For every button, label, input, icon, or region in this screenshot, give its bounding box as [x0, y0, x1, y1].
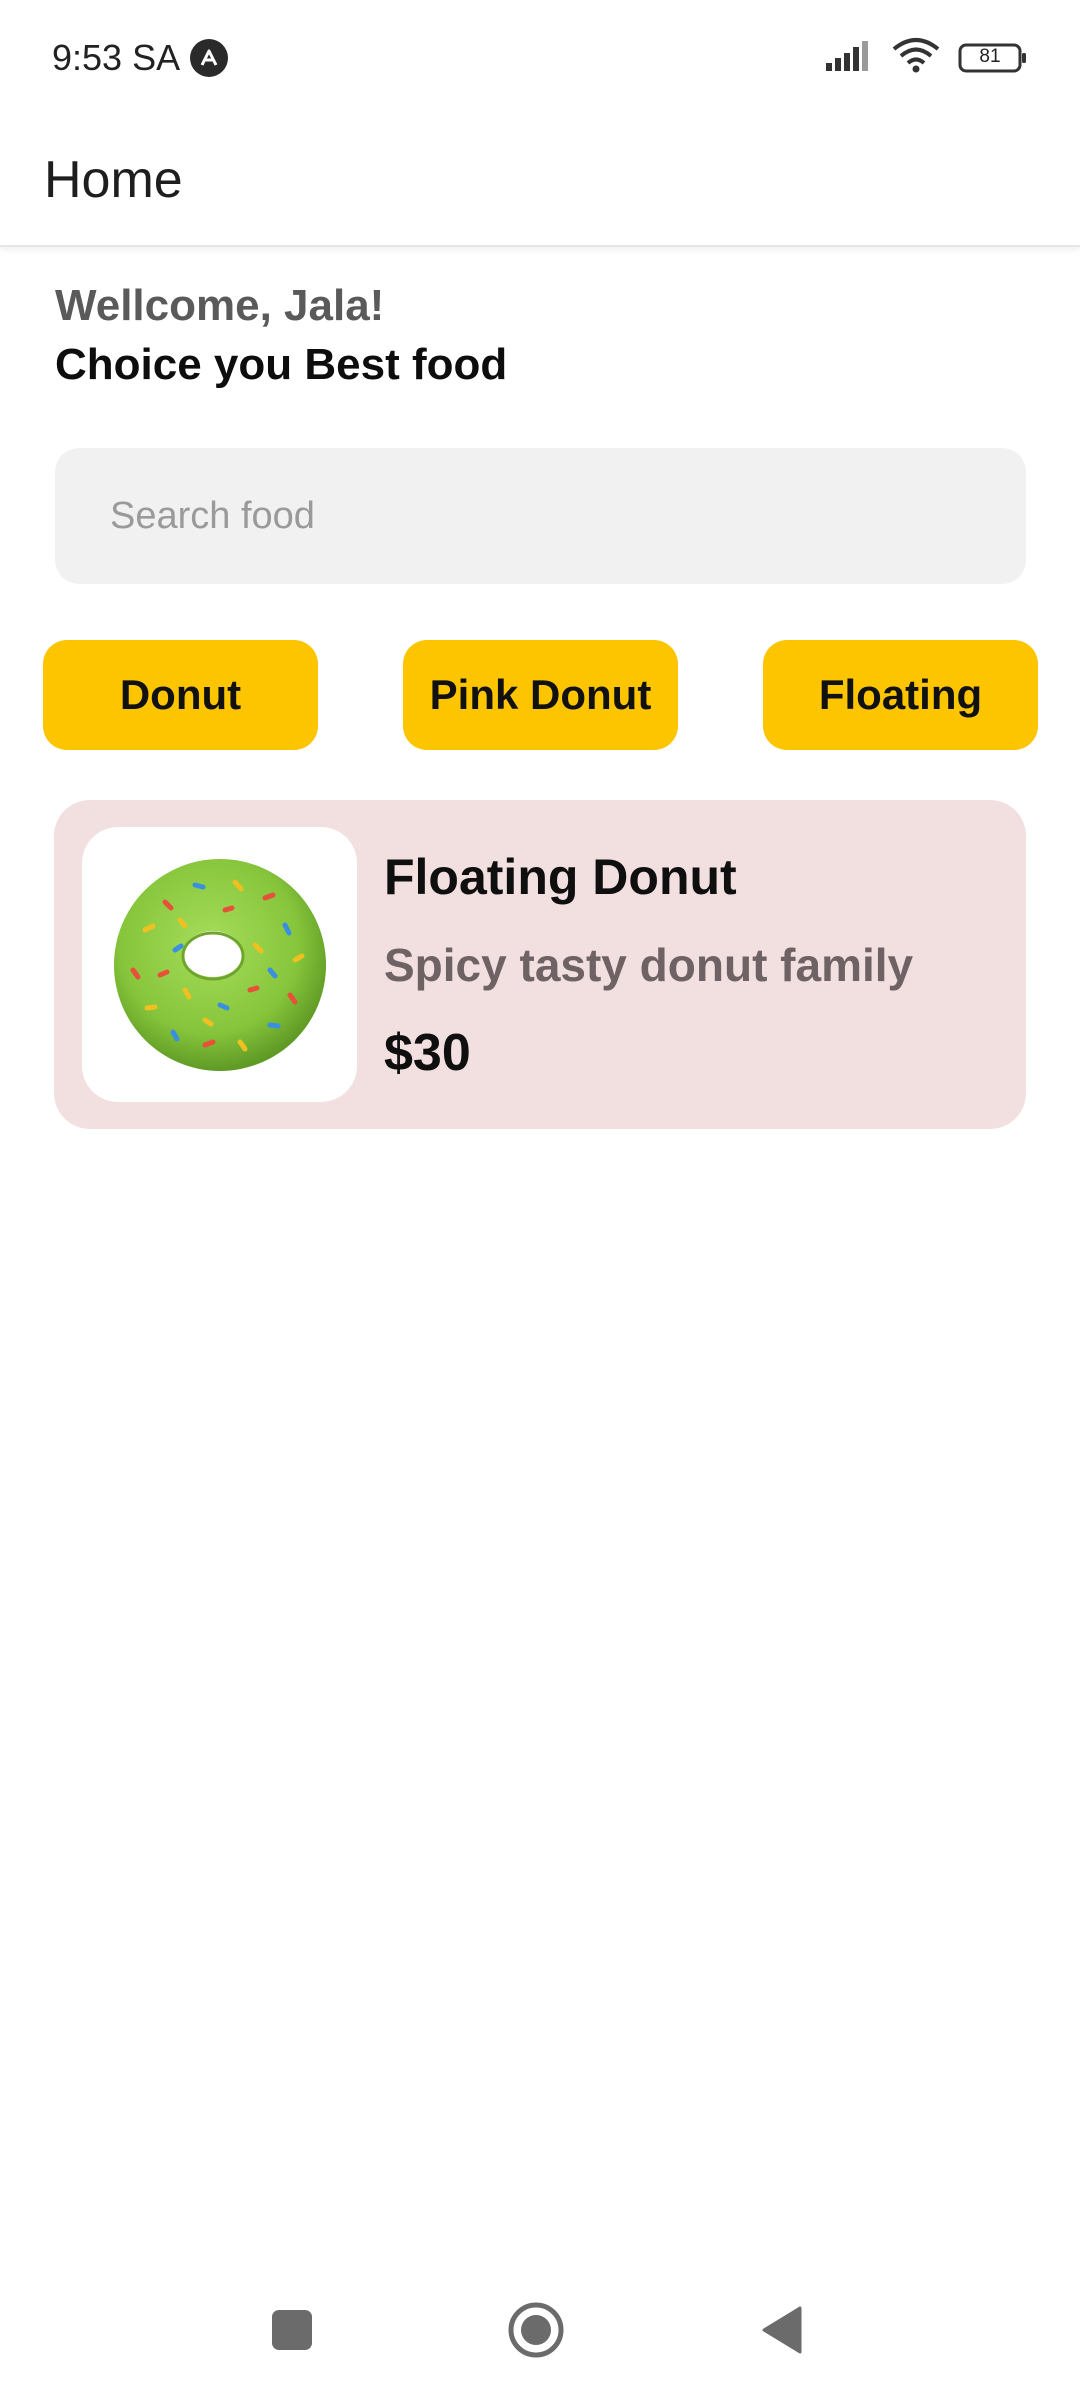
- category-chip-pink-donut[interactable]: Pink Donut: [403, 640, 678, 750]
- food-name: Floating Donut: [384, 848, 737, 905]
- app-indicator-icon: [190, 38, 229, 77]
- search-input[interactable]: [110, 494, 1026, 538]
- status-time: 9:53 SA: [52, 36, 181, 78]
- recent-apps-icon[interactable]: [262, 2300, 322, 2360]
- status-bar: 9:53 SA 81: [0, 0, 1080, 115]
- greeting: Wellcome, Jala! Choice you Best food: [55, 276, 507, 394]
- search-box[interactable]: [55, 448, 1026, 584]
- green-donut-icon: [113, 858, 326, 1071]
- screen: 9:53 SA 81 Home Wellcome, Jala! Choice y…: [0, 0, 1080, 2400]
- food-image: [82, 827, 357, 1102]
- food-card[interactable]: Floating Donut Spicy tasty donut family …: [54, 800, 1026, 1129]
- category-chip-donut[interactable]: Donut: [43, 640, 318, 750]
- back-icon[interactable]: [752, 2300, 812, 2360]
- food-price: $30: [384, 1023, 471, 1082]
- welcome-text: Wellcome, Jala!: [55, 281, 385, 330]
- wifi-icon: [892, 37, 940, 78]
- page-title: Home: [44, 151, 183, 209]
- app-bar: Home: [0, 115, 1080, 247]
- food-info: Floating Donut Spicy tasty donut family …: [384, 847, 913, 1083]
- system-nav-bar: [0, 2280, 1080, 2380]
- subtitle-text: Choice you Best food: [55, 340, 508, 389]
- home-icon[interactable]: [506, 2300, 566, 2360]
- battery-icon: 81: [958, 42, 1028, 74]
- status-left: 9:53 SA: [52, 36, 229, 79]
- category-chip-floating[interactable]: Floating: [763, 640, 1038, 750]
- food-description: Spicy tasty donut family: [384, 938, 914, 991]
- status-right: 81: [824, 37, 1028, 78]
- signal-icon: [824, 39, 874, 76]
- battery-level: 81: [979, 45, 1001, 67]
